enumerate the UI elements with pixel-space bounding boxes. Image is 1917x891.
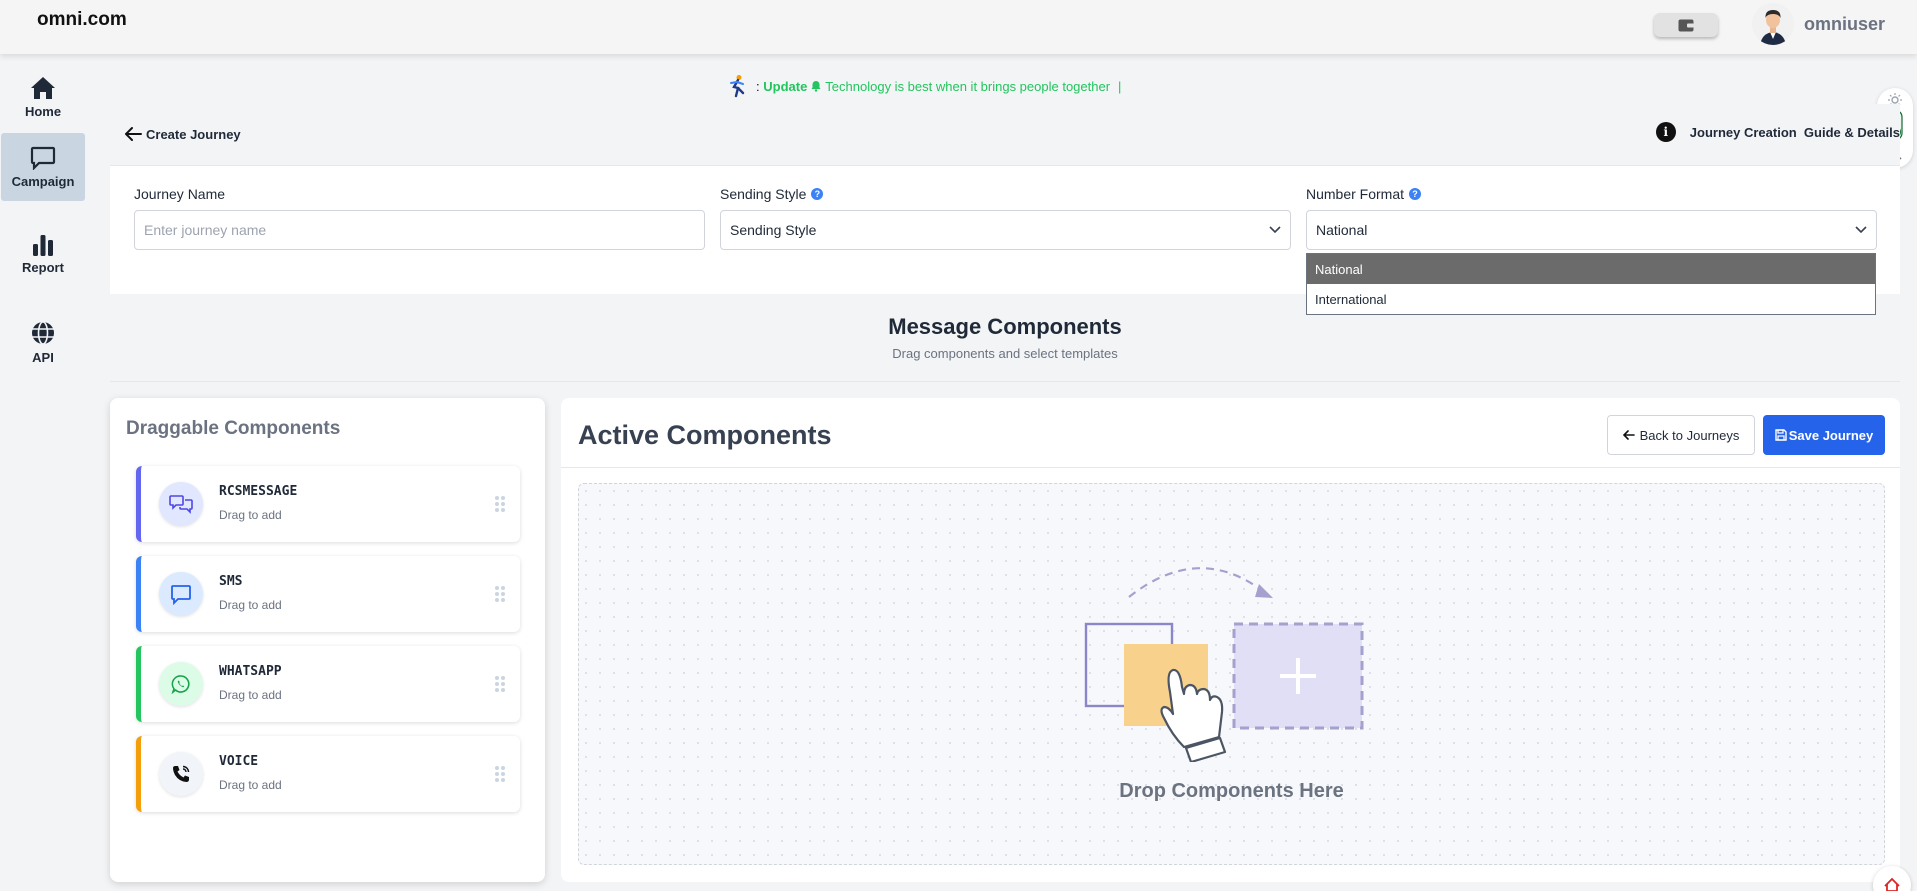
sidebar: Home Campaign Report API [0,54,86,891]
component-name: SMS [219,574,243,589]
brand-logo[interactable]: omni.com [37,9,127,31]
avatar[interactable] [1752,3,1794,45]
journey-guide-link[interactable]: i Journey Creation Guide & Details [1655,122,1900,142]
ticker-prefix: : [756,78,764,94]
top-bar: omni.com omniuser [0,0,1917,54]
journey-header: Create Journey i Journey Creation Guide … [110,104,1900,166]
section-title: Message Components [888,314,1122,339]
arrow-left-icon [125,127,142,141]
component-hint: Drag to add [219,598,282,612]
home-shortcut-button[interactable] [1873,866,1911,891]
drag-drop-illustration [1084,567,1364,762]
home-icon [31,76,55,99]
component-name: WHATSAPP [219,664,282,679]
bell-icon [811,81,821,92]
number-format-select[interactable]: National [1306,210,1877,250]
number-format-field: Number Format? National [1306,186,1877,250]
panel-title: Draggable Components [126,418,341,439]
drag-handle-icon[interactable] [494,765,506,783]
back-to-journeys-button[interactable]: Back to Journeys [1607,415,1755,455]
arrow-left-icon [1622,430,1635,440]
button-label: Back to Journeys [1639,427,1740,443]
sidebar-item-home[interactable]: Home [0,64,86,130]
component-name: RCSMESSAGE [219,484,298,499]
sending-style-label: Sending Style? [720,186,1291,202]
drag-handle-icon[interactable] [494,675,506,693]
component-hint: Drag to add [219,778,282,792]
sidebar-item-label: Home [24,103,62,119]
component-card-voice[interactable]: VOICE Drag to add [136,736,520,812]
wallet-button[interactable] [1654,13,1718,37]
number-format-value: National [1316,222,1368,238]
whatsapp-icon [159,662,203,706]
guide-label: Journey Creation Guide & Details [1689,124,1900,140]
drop-zone[interactable]: Drop Components Here [578,483,1885,865]
runner-icon [730,75,745,98]
journey-name-field: Journey Name [134,186,705,250]
button-label: Save Journey [1788,427,1874,443]
sidebar-item-label: Campaign [11,173,75,189]
component-hint: Drag to add [219,688,282,702]
announcement-ticker: : Update Technology is best when it brin… [726,74,1121,98]
journey-name-input[interactable] [134,210,705,250]
save-icon [1775,429,1787,441]
component-card-sms[interactable]: SMS Drag to add [136,556,520,632]
ticker-message: Technology is best when it brings people… [825,78,1111,94]
drag-handle-icon[interactable] [494,585,506,603]
ticker-highlight: Update [763,78,808,94]
save-journey-button[interactable]: Save Journey [1763,415,1885,455]
username[interactable]: omniuser [1804,14,1885,35]
component-card-whatsapp[interactable]: WHATSAPP Drag to add [136,646,520,722]
sidebar-item-report[interactable]: Report [0,221,86,287]
drag-handle-icon[interactable] [494,495,506,513]
component-name: VOICE [219,754,259,769]
section-subtitle: Drag components and select templates [892,346,1118,361]
chevron-down-icon [1269,226,1281,234]
chat-icon [30,146,56,170]
page-title: Create Journey [146,126,241,142]
wallet-icon [1678,19,1694,31]
journey-name-label: Journey Name [134,186,226,202]
sidebar-item-api[interactable]: API [0,309,86,375]
number-format-dropdown: National International [1306,253,1876,315]
message-square-icon [159,572,203,616]
component-card-rcsmessage[interactable]: RCSMESSAGE Drag to add [136,466,520,542]
create-journey-back[interactable]: Create Journey [124,126,241,142]
divider [561,467,1900,468]
sending-style-select[interactable]: Sending Style [720,210,1291,250]
dropdown-option-national[interactable]: National [1307,254,1875,284]
component-hint: Drag to add [219,508,282,522]
phone-icon [159,752,203,796]
active-components-panel: Active Components Back to Journeys Save … [561,398,1900,882]
help-icon[interactable]: ? [1409,188,1422,200]
drop-zone-label: Drop Components Here [1119,780,1344,802]
home-icon [1884,877,1900,891]
number-format-label: Number Format? [1306,186,1877,202]
help-icon[interactable]: ? [811,188,824,200]
sidebar-item-label: Report [22,259,64,275]
sidebar-item-label: API [32,349,54,365]
chat-bubbles-icon [159,482,203,526]
dropdown-option-international[interactable]: International [1307,284,1875,314]
panel-title: Active Components [578,420,832,450]
sidebar-item-campaign[interactable]: Campaign [1,133,85,201]
ticker-cursor: | [1118,78,1122,94]
bar-chart-icon [33,234,53,256]
sending-style-field: Sending Style? Sending Style [720,186,1291,250]
chevron-down-icon [1855,226,1867,234]
globe-icon [32,320,54,345]
info-icon: i [1655,122,1676,142]
sending-style-value: Sending Style [730,222,817,238]
draggable-components-panel: Draggable Components RCSMESSAGE Drag to … [110,398,545,882]
